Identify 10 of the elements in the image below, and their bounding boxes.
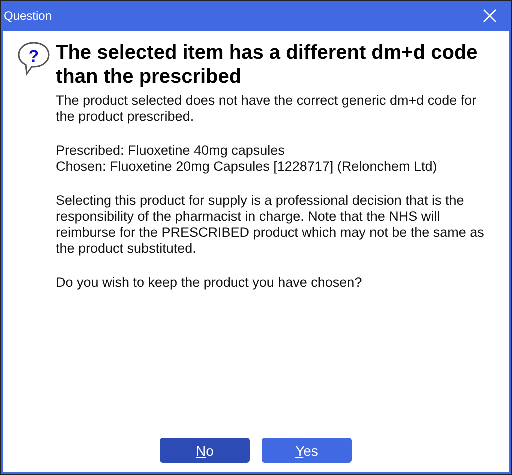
message-text: Chosen: Fluoxetine 20mg Capsules [1228717] (Relonchem Ltd) bbox=[56, 159, 438, 175]
window-title: Question bbox=[4, 9, 52, 23]
message-text: Selecting this product for supply is a professional decision that is the responsibility of the pharmacist in charge. Note that the NHS will reimburse for the PRESCRIBED product which may not be the same as the product substituted. bbox=[56, 193, 486, 257]
close-icon[interactable] bbox=[483, 9, 497, 23]
message-text: Prescribed: Fluoxetine 40mg capsules bbox=[56, 143, 286, 159]
dialog-button[interactable]: No bbox=[160, 438, 250, 463]
message-text: Do you wish to keep the product you have chosen? bbox=[56, 275, 364, 291]
message-text: The product selected does not have the correct generic dm+d code for the product prescribed. bbox=[56, 93, 478, 125]
dialog-button[interactable]: Yes bbox=[262, 438, 352, 463]
dialog-heading: The selected item has a different dm+d code than the prescribed bbox=[56, 41, 479, 89]
